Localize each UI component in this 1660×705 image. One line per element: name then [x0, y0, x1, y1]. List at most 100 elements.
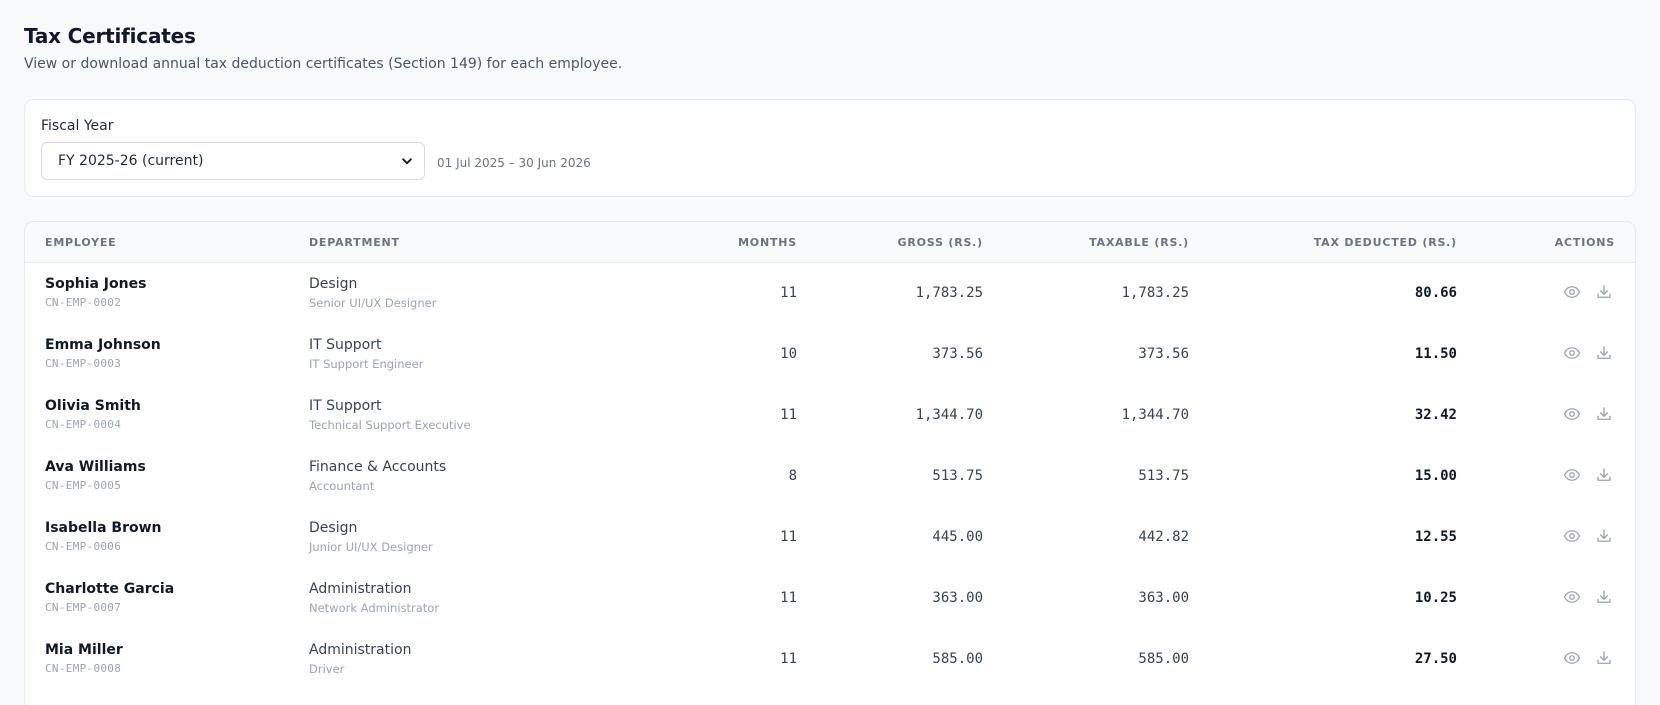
months-value: 10 — [780, 346, 797, 362]
employee-id: CN-EMP-0005 — [45, 479, 122, 492]
table-row: Isabella Brown CN-EMP-0006 Design Junior… — [25, 507, 1635, 568]
table-row: Charlotte Garcia CN-EMP-0007 Administrat… — [25, 568, 1635, 629]
taxable-value: 373.56 — [1138, 346, 1189, 362]
employee-id: CN-EMP-0002 — [45, 296, 122, 309]
department-name: Administration — [309, 581, 412, 597]
gross-value: 1,344.70 — [915, 407, 983, 423]
taxable-value: 1,344.70 — [1121, 407, 1189, 423]
download-certificate-button[interactable] — [1595, 283, 1615, 303]
page-title: Tax Certificates — [24, 24, 196, 48]
column-header-gross: GROSS (RS.) — [897, 236, 983, 249]
job-title: IT Support Engineer — [309, 357, 424, 371]
months-value: 11 — [780, 529, 797, 545]
tax-certificates-page: Tax Certificates View or download annual… — [0, 0, 1660, 705]
fiscal-year-label: Fiscal Year — [41, 118, 114, 134]
job-title: Driver — [309, 662, 345, 676]
view-certificate-button[interactable] — [1563, 405, 1583, 425]
eye-icon — [1563, 408, 1581, 420]
employee-name: Charlotte Garcia — [45, 581, 175, 597]
download-icon — [1597, 651, 1611, 664]
fiscal-year-selected-value: FY 2025-26 (current) — [58, 153, 204, 169]
table-row: Sophia Jones CN-EMP-0002 Design Senior U… — [25, 263, 1635, 324]
months-value: 8 — [788, 468, 797, 484]
job-title: Accountant — [309, 479, 375, 493]
column-header-employee: EMPLOYEE — [45, 236, 117, 249]
page-subtitle: View or download annual tax deduction ce… — [24, 56, 623, 72]
tax-deducted-value: 15.00 — [1414, 468, 1457, 484]
eye-icon — [1563, 530, 1581, 542]
eye-icon — [1563, 286, 1581, 298]
gross-value: 373.56 — [932, 346, 983, 362]
department-name: Design — [309, 276, 358, 292]
view-certificate-button[interactable] — [1563, 527, 1583, 547]
gross-value: 513.75 — [932, 468, 983, 484]
tax-deducted-value: 80.66 — [1414, 285, 1457, 301]
months-value: 11 — [780, 651, 797, 667]
eye-icon — [1563, 469, 1581, 481]
download-certificate-button[interactable] — [1595, 405, 1615, 425]
employee-id: CN-EMP-0008 — [45, 662, 122, 675]
months-value: 11 — [780, 590, 797, 606]
table-row: Ava Williams CN-EMP-0005 Finance & Accou… — [25, 446, 1635, 507]
view-certificate-button[interactable] — [1563, 588, 1583, 608]
employee-id: CN-EMP-0003 — [45, 357, 122, 370]
download-icon — [1597, 407, 1611, 420]
download-icon — [1597, 285, 1611, 298]
department-name: IT Support — [309, 337, 382, 353]
tax-deducted-value: 32.42 — [1414, 407, 1457, 423]
job-title: Senior UI/UX Designer — [309, 296, 437, 310]
column-header-months: MONTHS — [738, 236, 797, 249]
tax-deducted-value: 27.50 — [1414, 651, 1457, 667]
employee-id: CN-EMP-0007 — [45, 601, 122, 614]
download-certificate-button[interactable] — [1595, 466, 1615, 486]
employee-id: CN-EMP-0004 — [45, 418, 122, 431]
view-certificate-button[interactable] — [1563, 649, 1583, 669]
fiscal-year-filter-card: Fiscal Year FY 2025-26 (current) 01 Jul … — [24, 99, 1636, 197]
taxable-value: 1,783.25 — [1121, 285, 1189, 301]
table-row: Mia Miller CN-EMP-0008 Administration Dr… — [25, 629, 1635, 690]
employee-name: Olivia Smith — [45, 398, 141, 414]
download-certificate-button[interactable] — [1595, 344, 1615, 364]
tax-deducted-value: 10.25 — [1414, 590, 1457, 606]
table-row: Emma Johnson CN-EMP-0003 IT Support IT S… — [25, 324, 1635, 385]
gross-value: 585.00 — [932, 651, 983, 667]
fiscal-year-range: 01 Jul 2025 – 30 Jun 2026 — [437, 156, 591, 170]
download-certificate-button[interactable] — [1595, 649, 1615, 669]
job-title: Network Administrator — [309, 601, 440, 615]
tax-deducted-value: 12.55 — [1414, 529, 1457, 545]
tax-deducted-value: 11.50 — [1414, 346, 1457, 362]
taxable-value: 442.82 — [1138, 529, 1189, 545]
department-name: IT Support — [309, 398, 382, 414]
view-certificate-button[interactable] — [1563, 466, 1583, 486]
download-icon — [1597, 590, 1611, 603]
eye-icon — [1563, 591, 1581, 603]
months-value: 11 — [780, 285, 797, 301]
download-icon — [1597, 468, 1611, 481]
gross-value: 445.00 — [932, 529, 983, 545]
view-certificate-button[interactable] — [1563, 344, 1583, 364]
column-header-taxable: TAXABLE (RS.) — [1089, 236, 1189, 249]
employee-name: Isabella Brown — [45, 520, 162, 536]
download-icon — [1597, 529, 1611, 542]
taxable-value: 585.00 — [1138, 651, 1189, 667]
eye-icon — [1563, 347, 1581, 359]
employee-name: Ava Williams — [45, 459, 146, 475]
employee-name: Sophia Jones — [45, 276, 147, 292]
tax-certificates-table: EMPLOYEE DEPARTMENT MONTHS GROSS (RS.) T… — [24, 221, 1636, 705]
employee-name: Emma Johnson — [45, 337, 161, 353]
column-header-tax-deducted: TAX DEDUCTED (RS.) — [1313, 236, 1457, 249]
department-name: Finance & Accounts — [309, 459, 447, 475]
download-certificate-button[interactable] — [1595, 527, 1615, 547]
download-icon — [1597, 346, 1611, 359]
fiscal-year-select[interactable]: FY 2025-26 (current) — [41, 142, 425, 180]
taxable-value: 513.75 — [1138, 468, 1189, 484]
view-certificate-button[interactable] — [1563, 283, 1583, 303]
download-certificate-button[interactable] — [1595, 588, 1615, 608]
job-title: Technical Support Executive — [309, 418, 471, 432]
chevron-down-icon — [402, 158, 412, 165]
job-title: Junior UI/UX Designer — [309, 540, 433, 554]
employee-name: Mia Miller — [45, 642, 123, 658]
gross-value: 1,783.25 — [915, 285, 983, 301]
column-header-actions: ACTIONS — [1554, 236, 1615, 249]
eye-icon — [1563, 652, 1581, 664]
